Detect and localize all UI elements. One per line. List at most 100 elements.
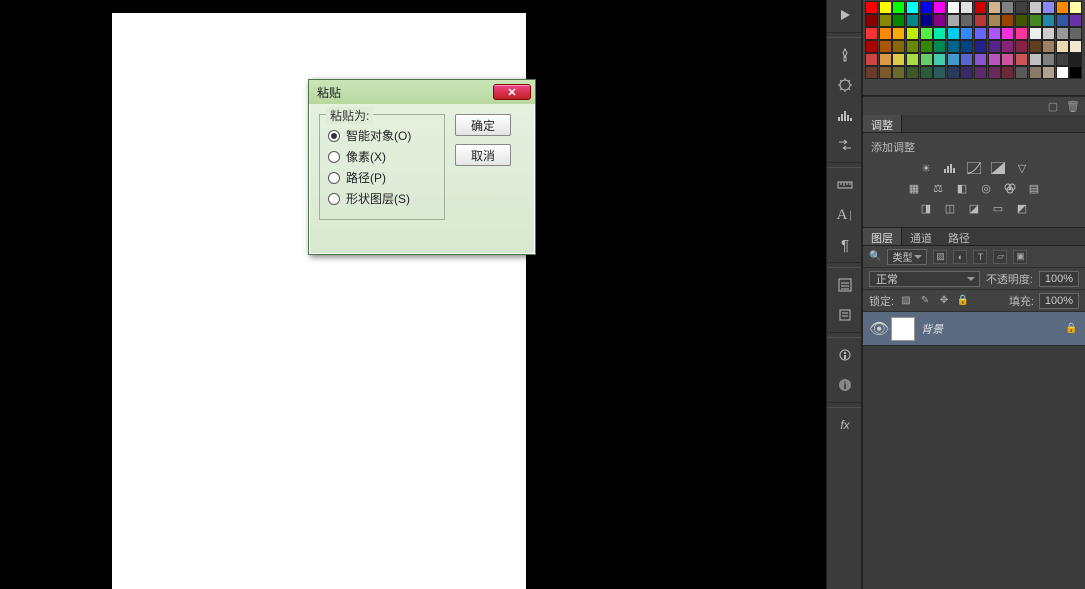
swatch[interactable] [1001, 27, 1014, 40]
swatch[interactable] [1056, 27, 1069, 40]
swatch[interactable] [933, 53, 946, 66]
swatch[interactable] [906, 66, 919, 79]
eyedropper-info-icon[interactable] [827, 340, 863, 370]
swatch[interactable] [1056, 53, 1069, 66]
layer-thumbnail[interactable] [891, 317, 915, 341]
levels-icon[interactable] [942, 161, 958, 175]
ruler-icon[interactable] [827, 170, 863, 200]
layers-swap-icon[interactable] [827, 130, 863, 160]
info-icon[interactable]: i [827, 370, 863, 400]
swatch[interactable] [1015, 40, 1028, 53]
swatch[interactable] [974, 1, 987, 14]
swatch[interactable] [1042, 66, 1055, 79]
balance-icon[interactable]: ⚖ [930, 181, 946, 195]
swatch[interactable] [920, 66, 933, 79]
swatch[interactable] [1042, 14, 1055, 27]
new-swatch-icon[interactable]: ▢ [1045, 99, 1061, 113]
cancel-button[interactable]: 取消 [455, 144, 511, 166]
swatch[interactable] [974, 66, 987, 79]
gradient-map-icon[interactable]: ▭ [990, 201, 1006, 215]
swatch[interactable] [920, 27, 933, 40]
hue-icon[interactable]: ▦ [906, 181, 922, 195]
swatch[interactable] [906, 40, 919, 53]
brush-preset-icon[interactable] [827, 40, 863, 70]
swatch[interactable] [1056, 14, 1069, 27]
swatch[interactable] [892, 40, 905, 53]
swatch[interactable] [879, 53, 892, 66]
swatch[interactable] [947, 66, 960, 79]
swatch[interactable] [906, 1, 919, 14]
text-a-icon[interactable]: A│ [827, 200, 863, 230]
swatch[interactable] [1069, 66, 1082, 79]
swatch[interactable] [1001, 66, 1014, 79]
swatch[interactable] [1029, 27, 1042, 40]
swatch[interactable] [1042, 53, 1055, 66]
swatch[interactable] [947, 1, 960, 14]
swatch[interactable] [1029, 1, 1042, 14]
layer-row[interactable]: 👁 背景 🔒 [863, 312, 1085, 346]
channel-mixer-icon[interactable] [1002, 181, 1018, 195]
swatch[interactable] [1001, 14, 1014, 27]
swatch[interactable] [988, 14, 1001, 27]
exposure-icon[interactable] [990, 161, 1006, 175]
swatch[interactable] [1015, 53, 1028, 66]
filter-smart-icon[interactable]: ▣ [1013, 250, 1027, 264]
swatch[interactable] [1069, 27, 1082, 40]
swatch[interactable] [892, 27, 905, 40]
swatch[interactable] [1056, 1, 1069, 14]
swatch[interactable] [879, 14, 892, 27]
swatch[interactable] [892, 53, 905, 66]
swatch[interactable] [960, 53, 973, 66]
trash-icon[interactable]: 🗑 [1065, 99, 1081, 113]
photo-filter-icon[interactable]: ◎ [978, 181, 994, 195]
tab-adjustments[interactable]: 调整 [863, 115, 902, 132]
swatch[interactable] [933, 27, 946, 40]
swatch[interactable] [1069, 14, 1082, 27]
bw-icon[interactable]: ◧ [954, 181, 970, 195]
ok-button[interactable]: 确定 [455, 114, 511, 136]
curves-icon[interactable] [966, 161, 982, 175]
swatch[interactable] [933, 1, 946, 14]
swatch[interactable] [1001, 53, 1014, 66]
play-icon[interactable] [827, 0, 863, 30]
swatch[interactable] [960, 27, 973, 40]
swatch[interactable] [1042, 40, 1055, 53]
swatch[interactable] [960, 1, 973, 14]
swatch[interactable] [1001, 1, 1014, 14]
radio-option-2[interactable]: 路径(P) [328, 169, 436, 186]
layers-list[interactable]: 👁 背景 🔒 [863, 312, 1085, 589]
swatch[interactable] [947, 14, 960, 27]
swatch[interactable] [933, 66, 946, 79]
swatch[interactable] [1015, 66, 1028, 79]
lock-position-icon[interactable]: ✥ [937, 294, 951, 308]
swatch[interactable] [988, 53, 1001, 66]
radio-dot[interactable] [328, 151, 340, 163]
tab-channels[interactable]: 通道 [902, 228, 940, 245]
visibility-icon[interactable]: 👁 [869, 319, 885, 339]
swatch[interactable] [865, 1, 878, 14]
fx-icon[interactable]: fx [827, 410, 863, 440]
filter-adjust-icon[interactable]: ◐ [953, 250, 967, 264]
swatch[interactable] [920, 1, 933, 14]
swatch[interactable] [1056, 40, 1069, 53]
radio-dot[interactable] [328, 172, 340, 184]
swatch[interactable] [960, 14, 973, 27]
swatch[interactable] [906, 14, 919, 27]
swatch[interactable] [1015, 14, 1028, 27]
swatch[interactable] [947, 27, 960, 40]
filter-pixel-icon[interactable]: ▧ [933, 250, 947, 264]
swatch[interactable] [1042, 27, 1055, 40]
lock-transparency-icon[interactable]: ▨ [899, 294, 913, 308]
list-icon[interactable] [827, 270, 863, 300]
wheel-icon[interactable] [827, 70, 863, 100]
swatch[interactable] [1029, 14, 1042, 27]
swatch[interactable] [865, 53, 878, 66]
swatch[interactable] [974, 27, 987, 40]
vibrance-icon[interactable]: ▽ [1014, 161, 1030, 175]
notes-icon[interactable] [827, 300, 863, 330]
filter-text-icon[interactable]: T [973, 250, 987, 264]
radio-option-1[interactable]: 像素(X) [328, 148, 436, 165]
lock-all-icon[interactable]: 🔒 [956, 294, 970, 308]
swatch[interactable] [933, 40, 946, 53]
swatch[interactable] [920, 40, 933, 53]
